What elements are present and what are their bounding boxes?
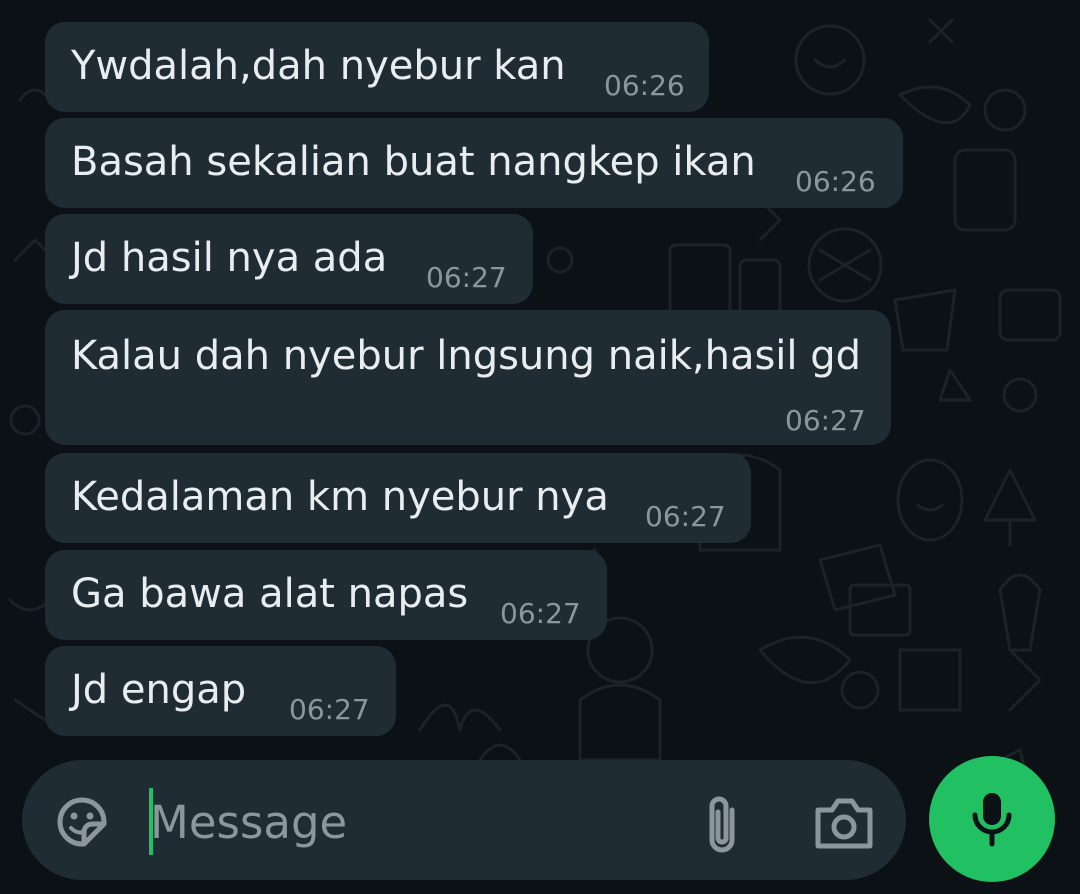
message-text: Jd hasil nya ada <box>71 235 388 281</box>
camera-icon[interactable] <box>812 794 876 852</box>
message-bubble[interactable]: Kalau dah nyebur lngsung naik,hasil gd 0… <box>45 310 891 445</box>
message-bubble[interactable]: Jd hasil nya ada 06:27 <box>45 214 533 304</box>
message-bubble[interactable]: Ga bawa alat napas 06:27 <box>45 550 607 640</box>
message-text: Kedalaman km nyebur nya <box>71 474 609 520</box>
message-text: Jd engap <box>71 667 247 713</box>
message-bubble[interactable]: Basah sekalian buat nangkep ikan 06:26 <box>45 118 903 208</box>
message-text: Ga bawa alat napas <box>71 571 469 617</box>
message-bubble[interactable]: Kedalaman km nyebur nya 06:27 <box>45 453 751 543</box>
message-text: Ywdalah,dah nyebur kan <box>71 43 566 89</box>
message-list[interactable]: Ywdalah,dah nyebur kan 06:26 Basah sekal… <box>0 0 1080 760</box>
message-bubble[interactable]: Jd engap 06:27 <box>45 646 396 736</box>
message-text: Kalau dah nyebur lngsung naik,hasil gd <box>71 333 862 379</box>
sticker-emoji-icon[interactable] <box>52 792 112 852</box>
message-timestamp: 06:27 <box>785 404 866 437</box>
message-timestamp: 06:26 <box>795 165 876 198</box>
microphone-icon <box>972 793 1012 847</box>
message-input[interactable] <box>150 782 670 862</box>
message-timestamp: 06:27 <box>500 597 581 630</box>
message-composer <box>22 760 906 880</box>
message-timestamp: 06:27 <box>426 261 507 294</box>
message-text: Basah sekalian buat nangkep ikan <box>71 139 756 185</box>
message-timestamp: 06:27 <box>645 500 726 533</box>
message-timestamp: 06:27 <box>289 693 370 726</box>
voice-record-button[interactable] <box>929 756 1055 882</box>
message-timestamp: 06:26 <box>604 69 685 102</box>
message-bubble[interactable]: Ywdalah,dah nyebur kan 06:26 <box>45 22 709 112</box>
paperclip-icon[interactable] <box>692 790 752 856</box>
